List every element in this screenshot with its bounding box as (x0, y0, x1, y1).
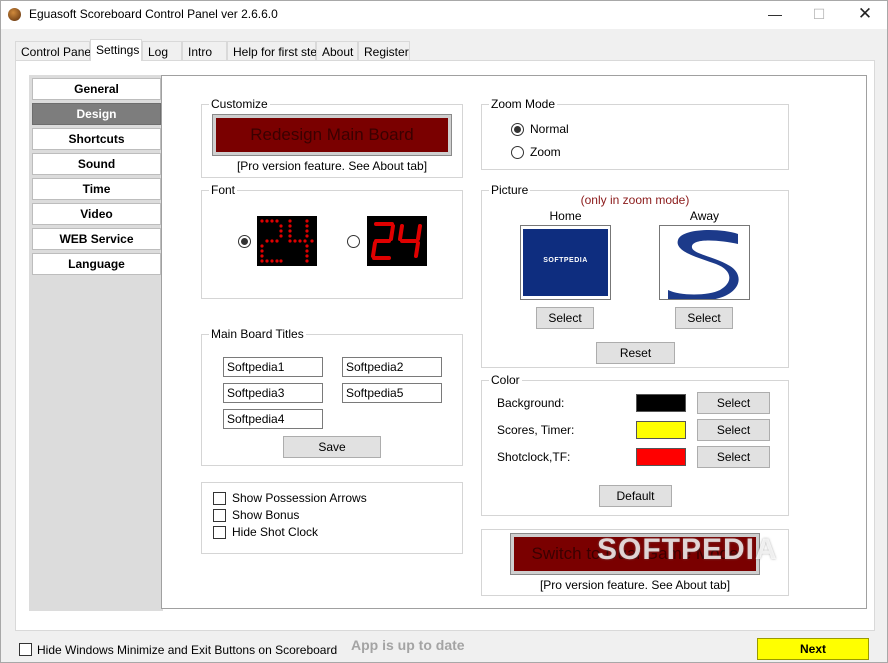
shotclock-color-select-button[interactable]: Select (697, 446, 770, 468)
hide-buttons-label: Hide Windows Minimize and Exit Buttons o… (37, 643, 338, 657)
away-select-button[interactable]: Select (675, 307, 733, 329)
color-title: Color (489, 373, 522, 387)
hide-shot-clock-checkbox[interactable] (213, 526, 226, 539)
home-logo-text: SOFTPEDIA (543, 257, 588, 264)
minimize-button[interactable]: — (753, 3, 797, 27)
home-logo: SOFTPEDIA (520, 225, 611, 300)
window-title: Eguasoft Scoreboard Control Panel ver 2.… (29, 7, 278, 21)
away-label: Away (689, 209, 720, 223)
sidebar-item-video[interactable]: Video (32, 203, 161, 225)
font-segment-radio[interactable] (347, 235, 360, 248)
picture-zoom-note: (only in zoom mode) (580, 193, 690, 207)
shotclock-color-swatch (636, 448, 686, 466)
minimize-icon: — (768, 6, 782, 22)
scores-timer-color-select-button[interactable]: Select (697, 419, 770, 441)
maximize-button[interactable]: ☐ (797, 3, 841, 27)
save-titles-button[interactable]: Save (283, 436, 381, 458)
sidebar-item-design[interactable]: Design (32, 103, 161, 125)
update-status: App is up to date (351, 637, 465, 653)
possession-arrows-checkbox[interactable] (213, 492, 226, 505)
title-field-3[interactable]: Softpedia3 (223, 383, 323, 403)
away-logo (659, 225, 750, 300)
customize-pro-note: [Pro version feature. See About tab] (236, 159, 428, 173)
zoom-zoom-label: Zoom (530, 145, 561, 159)
tab-log[interactable]: Log (142, 41, 182, 60)
zoom-normal-radio[interactable] (511, 123, 524, 136)
zoom-mode-title: Zoom Mode (489, 97, 558, 111)
background-color-swatch (636, 394, 686, 412)
zoom-normal-label: Normal (530, 122, 569, 136)
away-logo-image (668, 230, 739, 300)
show-bonus-checkbox[interactable] (213, 509, 226, 522)
hide-buttons-checkbox[interactable] (19, 643, 32, 656)
next-button[interactable]: Next (757, 638, 869, 660)
scores-timer-color-label: Scores, Timer: (497, 423, 575, 437)
zoom-mode-group: Zoom Mode (481, 97, 789, 170)
font-title: Font (209, 183, 238, 197)
tab-about[interactable]: About (316, 41, 358, 60)
sidebar-item-language[interactable]: Language (32, 253, 161, 275)
title-field-1[interactable]: Softpedia1 (223, 357, 323, 377)
tab-help[interactable]: Help for first step (227, 41, 324, 60)
tab-intro[interactable]: Intro (182, 41, 227, 60)
title-field-4[interactable]: Softpedia4 (223, 409, 323, 429)
title-field-2[interactable]: Softpedia2 (342, 357, 442, 377)
dot-matrix-digits (260, 219, 314, 263)
scores-timer-color-swatch (636, 421, 686, 439)
font-dot-radio[interactable] (238, 235, 251, 248)
background-color-label: Background: (497, 396, 565, 410)
sidebar-item-web-service[interactable]: WEB Service (32, 228, 161, 250)
tab-control-panel[interactable]: Control Panel (15, 41, 94, 60)
softpedia-watermark: SOFTPEDIA (597, 533, 778, 566)
close-icon: ✕ (857, 4, 873, 23)
possession-arrows-label: Show Possession Arrows (232, 491, 367, 505)
dual-pro-note: [Pro version feature. See About tab] (539, 578, 731, 592)
hide-shot-clock-label: Hide Shot Clock (232, 525, 319, 539)
redesign-main-board-button[interactable]: Redesign Main Board (212, 114, 452, 156)
sidebar-item-time[interactable]: Time (32, 178, 161, 200)
app-window: Eguasoft Scoreboard Control Panel ver 2.… (0, 0, 888, 663)
tab-settings[interactable]: Settings (90, 39, 142, 61)
color-default-button[interactable]: Default (599, 485, 672, 507)
home-select-button[interactable]: Select (536, 307, 594, 329)
shotclock-color-label: Shotclock,TF: (497, 450, 571, 464)
picture-reset-button[interactable]: Reset (596, 342, 675, 364)
sidebar-item-shortcuts[interactable]: Shortcuts (32, 128, 161, 150)
font-segment-sample (367, 216, 427, 266)
close-button[interactable]: ✕ (843, 3, 887, 27)
title-field-5[interactable]: Softpedia5 (342, 383, 442, 403)
background-color-select-button[interactable]: Select (697, 392, 770, 414)
maximize-icon: ☐ (812, 6, 826, 22)
basketball-icon (8, 8, 21, 21)
sidebar-item-general[interactable]: General (32, 78, 161, 100)
sidebar-item-sound[interactable]: Sound (32, 153, 161, 175)
customize-title: Customize (209, 97, 270, 111)
show-bonus-label: Show Bonus (232, 508, 300, 522)
zoom-zoom-radio[interactable] (511, 146, 524, 159)
title-bar: Eguasoft Scoreboard Control Panel ver 2.… (1, 1, 887, 29)
home-label: Home (549, 209, 582, 223)
segment-digits (371, 222, 422, 260)
tab-register[interactable]: Register (358, 41, 410, 60)
font-dot-sample (257, 216, 317, 266)
titles-title: Main Board Titles (209, 327, 306, 341)
